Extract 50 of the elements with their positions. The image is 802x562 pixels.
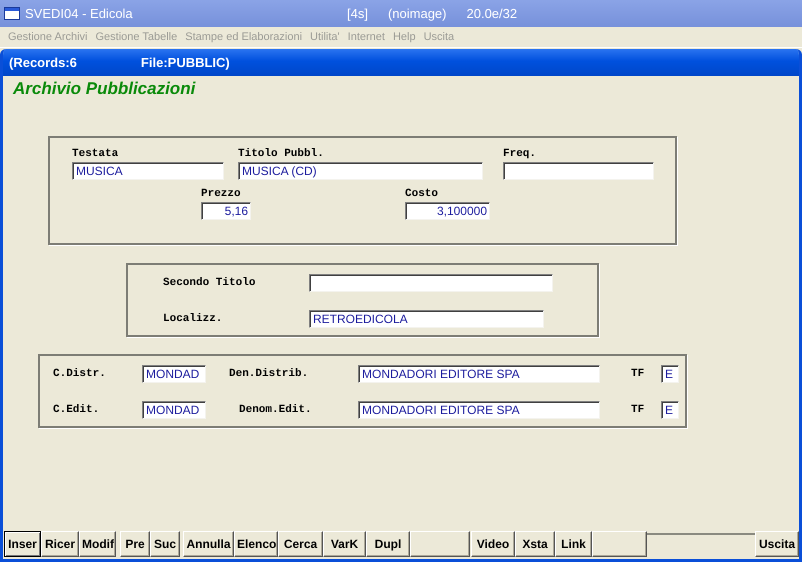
input-field[interactable]	[503, 162, 654, 180]
status-text: (noimage)	[388, 6, 446, 21]
window-icon	[4, 7, 20, 20]
field-label: C.Edit.	[53, 404, 100, 416]
record-count: (Records:6	[9, 55, 77, 70]
toolbar-button[interactable]: Suc	[150, 531, 180, 557]
field-label: TF	[631, 368, 646, 380]
input-field[interactable]: MONDAD	[142, 401, 206, 419]
toolbar-button[interactable]: Cerca	[278, 531, 323, 557]
input-field[interactable]: MONDADORI EDITORE SPA	[358, 401, 600, 419]
input-field[interactable]: E	[661, 401, 679, 419]
input-field[interactable]: E	[661, 365, 679, 383]
blank-button[interactable]	[410, 531, 470, 557]
input-field[interactable]: MUSICA	[72, 162, 224, 180]
file-name: File:PUBBLIC)	[140, 55, 230, 70]
input-field[interactable]: MONDAD	[142, 365, 206, 383]
toolbar-button[interactable]: Video	[471, 531, 515, 557]
toolbar-button[interactable]: Uscita	[755, 531, 799, 557]
blank-button[interactable]	[592, 531, 647, 557]
field-label: Prezzo	[201, 188, 242, 200]
field-label: Denom.Edit.	[238, 404, 313, 416]
field-label: Titolo Pubbl.	[238, 148, 325, 160]
field-label: Testata	[72, 148, 120, 160]
field-label: Costo	[405, 188, 440, 200]
form-title: Archivio Pubblicazioni	[13, 79, 196, 99]
input-field[interactable]: MONDADORI EDITORE SPA	[358, 365, 600, 383]
toolbar-button[interactable]: Link	[555, 531, 592, 557]
toolbar-button[interactable]: Modif	[79, 531, 116, 557]
toolbar-button[interactable]: Xsta	[515, 531, 555, 557]
input-field[interactable]	[309, 274, 553, 292]
field-label: Secondo Titolo	[163, 277, 256, 289]
field-label: Localizz.	[163, 313, 224, 325]
toolbar-button[interactable]: Inser	[4, 531, 41, 557]
input-field[interactable]: 3,100000	[405, 202, 490, 220]
toolbar-button[interactable]: Annulla	[183, 531, 234, 557]
input-field[interactable]: MUSICA (CD)	[238, 162, 483, 180]
status-text: [4s]	[347, 6, 368, 21]
input-field[interactable]: 5,16	[201, 202, 251, 220]
field-label: C.Distr.	[53, 368, 107, 380]
toolbar-button[interactable]: Ricer	[41, 531, 79, 557]
toolbar-button[interactable]: Pre	[120, 531, 150, 557]
field-label: Den.Distrib.	[229, 368, 310, 380]
toolbar-button[interactable]: Elenco	[234, 531, 278, 557]
status-text: 20.0e/32	[466, 6, 518, 21]
field-label: Freq.	[503, 148, 538, 160]
toolbar-button[interactable]: VarK	[323, 531, 366, 557]
window-title: SVEDI04 - Edicola	[25, 6, 134, 21]
field-label: TF	[631, 404, 646, 416]
input-field[interactable]: RETROEDICOLA	[309, 310, 544, 328]
toolbar-button[interactable]: Dupl	[366, 531, 410, 557]
